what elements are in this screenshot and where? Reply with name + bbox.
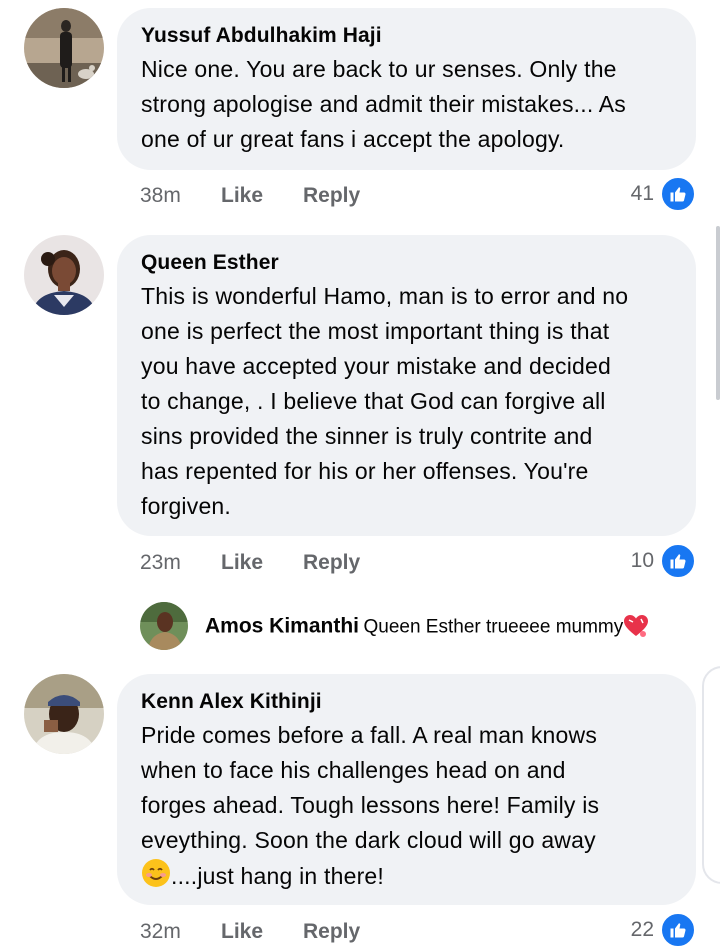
- like-button[interactable]: Like: [221, 184, 263, 208]
- comment-author[interactable]: Kenn Alex Kithinji: [141, 688, 672, 716]
- comment-text: Nice one. You are back to ur senses. Onl…: [141, 52, 672, 157]
- comment-line: sins provided the sinner is truly contri…: [141, 423, 593, 449]
- comment-line-end: ....just hang in there!: [171, 863, 385, 890]
- comment-author[interactable]: Yussuf Abdulhakim Haji: [141, 22, 672, 50]
- comment-timestamp[interactable]: 23m: [140, 551, 181, 575]
- reply-button[interactable]: Reply: [303, 184, 360, 208]
- comment-bubble: Kenn Alex Kithinji Pride comes before a …: [117, 674, 696, 905]
- comment-line: you have accepted your mistake and decid…: [141, 353, 611, 379]
- heart-emoji-icon: [623, 614, 649, 643]
- smiling-face-emoji-icon: [141, 858, 171, 898]
- comment-line: This is wonderful Hamo, man is to error …: [141, 283, 629, 309]
- comment-actions: 32m Like Reply: [140, 920, 440, 948]
- reply-preview[interactable]: Amos Kimanthi Queen Esther trueeee mummy: [140, 602, 700, 650]
- avatar[interactable]: [24, 674, 104, 754]
- comment-line: forgiven.: [141, 493, 232, 519]
- avatar[interactable]: [24, 235, 104, 315]
- avatar-amos-image: [140, 602, 188, 650]
- like-count: 10: [630, 549, 654, 572]
- comment-line: Nice one. You are back to ur senses. Onl…: [141, 56, 617, 82]
- avatar-kenn-image: [24, 674, 104, 754]
- comment-timestamp[interactable]: 32m: [140, 920, 181, 944]
- comment-actions: 23m Like Reply: [140, 551, 440, 579]
- comment-line: Pride comes before a fall. A real man kn…: [141, 722, 598, 748]
- comment-line: forges ahead. Tough lessons here! Family…: [141, 792, 600, 818]
- comment-line: has repented for his or her offenses. Yo…: [141, 458, 589, 484]
- thumbs-up-icon: [660, 176, 696, 212]
- scrollbar[interactable]: [716, 226, 720, 400]
- comment-text: Pride comes before a fall. A real man kn…: [141, 718, 672, 898]
- comment-text: This is wonderful Hamo, man is to error …: [141, 279, 672, 524]
- comment-bubble: Yussuf Abdulhakim Haji Nice one. You are…: [117, 8, 696, 170]
- like-button[interactable]: Like: [221, 551, 263, 575]
- reply-text: Queen Esther trueeee mummy: [363, 616, 624, 638]
- comment-line: one is perfect the most important thing …: [141, 318, 610, 344]
- comment-bubble: Queen Esther This is wonderful Hamo, man…: [117, 235, 696, 536]
- comment-line: strong apologise and admit their mistake…: [141, 91, 626, 117]
- side-panel-edge[interactable]: [702, 666, 720, 884]
- comment-line: to change, . I believe that God can forg…: [141, 388, 606, 414]
- reply-button[interactable]: Reply: [303, 551, 360, 575]
- reaction-count[interactable]: 10: [631, 543, 696, 579]
- avatar-yussuf-image: [24, 8, 104, 88]
- avatar[interactable]: [24, 8, 104, 88]
- like-button[interactable]: Like: [221, 920, 263, 944]
- comment-timestamp[interactable]: 38m: [140, 184, 181, 208]
- comment-author[interactable]: Queen Esther: [141, 249, 672, 277]
- avatar-queen-esther-image: [24, 235, 104, 315]
- avatar[interactable]: [140, 602, 188, 650]
- comment-line: when to face his challenges head on and: [141, 757, 566, 783]
- reaction-count[interactable]: 22: [631, 912, 696, 948]
- reply-button[interactable]: Reply: [303, 920, 360, 944]
- reaction-count[interactable]: 41: [631, 176, 696, 212]
- comment-actions: 38m Like Reply: [140, 184, 440, 212]
- thumbs-up-icon: [660, 912, 696, 948]
- like-count: 22: [630, 918, 654, 941]
- comment-line: one of ur great fans i accept the apolog…: [141, 126, 565, 152]
- reply-author[interactable]: Amos Kimanthi: [205, 615, 359, 638]
- like-count: 41: [630, 182, 654, 205]
- thumbs-up-icon: [660, 543, 696, 579]
- comment-line: eveything. Soon the dark cloud will go a…: [141, 827, 596, 853]
- comment-line: ....just hang in there!: [141, 858, 672, 898]
